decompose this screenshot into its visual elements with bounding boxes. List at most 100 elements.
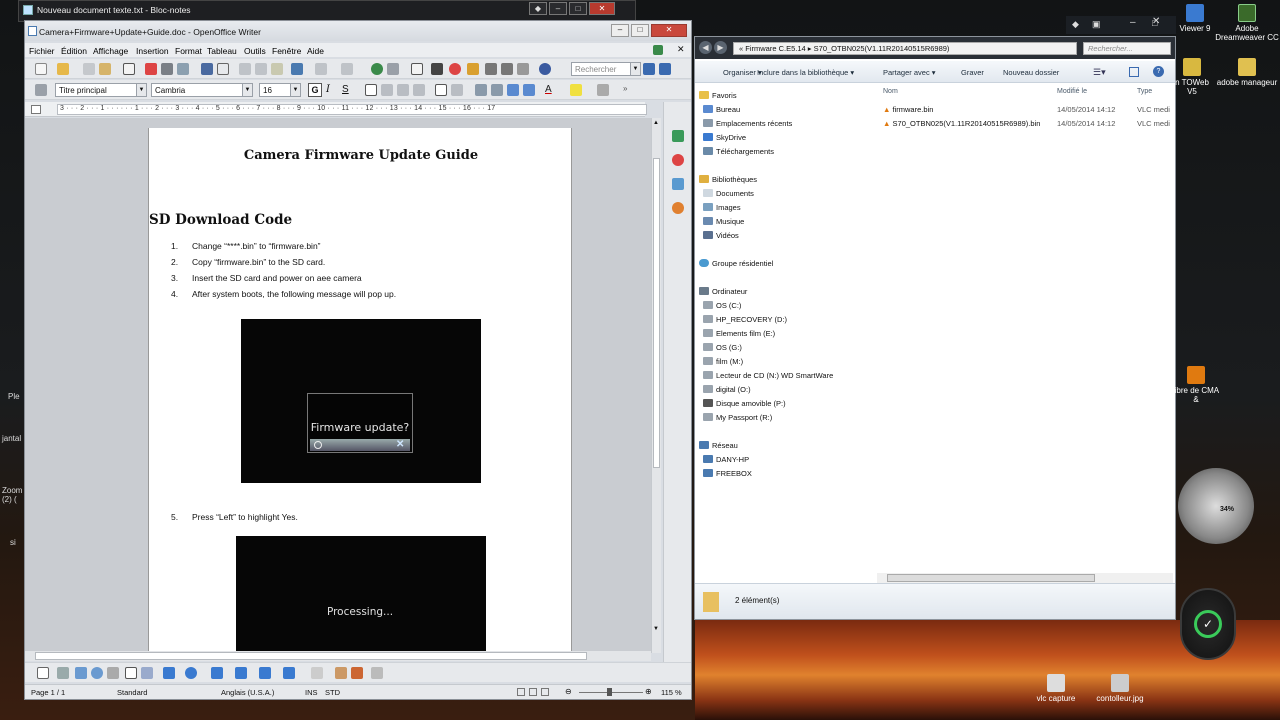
forward-icon[interactable]: ▶ — [714, 41, 727, 54]
stars-icon[interactable] — [283, 667, 295, 679]
zoom-out-icon[interactable]: ⊖ — [565, 687, 572, 696]
nav-skydrive[interactable]: SkyDrive — [703, 133, 746, 142]
rectangle-icon[interactable] — [75, 667, 87, 679]
scroll-thumb[interactable] — [35, 652, 587, 660]
underline-button[interactable]: S — [342, 84, 349, 95]
gallery-icon[interactable] — [467, 63, 479, 75]
extrusion-icon[interactable] — [371, 667, 383, 679]
nav-drive[interactable]: digital (O:) — [703, 385, 751, 394]
desktop-icon-dreamweaver[interactable]: Adobe Dreamweaver CC — [1214, 4, 1280, 42]
nav-drive[interactable]: Disque amovible (P:) — [703, 399, 786, 408]
nav-network[interactable]: Réseau — [699, 441, 738, 450]
zoom-in-icon[interactable]: ⊕ — [645, 687, 652, 696]
nav-homegroup[interactable]: Groupe résidentiel — [699, 259, 773, 268]
pin-icon[interactable]: ◆ — [529, 2, 547, 15]
new-folder-button[interactable]: Nouveau dossier — [1003, 68, 1059, 77]
numbering-icon[interactable] — [475, 84, 487, 96]
hyperlink-icon[interactable] — [371, 63, 383, 75]
callout-icon[interactable] — [141, 667, 153, 679]
writer-titlebar[interactable]: Camera+Firmware+Update+Guide.doc - OpenO… — [25, 21, 691, 41]
zoom-level[interactable]: 115 % — [661, 688, 682, 697]
copy-icon[interactable] — [255, 63, 267, 75]
maximize-button[interactable]: □ — [631, 24, 649, 37]
minimize-button[interactable]: – — [549, 2, 567, 15]
nav-videos[interactable]: Vidéos — [703, 231, 739, 240]
edit-mode-icon[interactable] — [123, 63, 135, 75]
chevron-down-icon[interactable]: ▼ — [290, 84, 300, 96]
tab-stop-icon[interactable] — [31, 105, 41, 114]
nav-network-host[interactable]: DANY-HP — [703, 455, 749, 464]
nav-drive[interactable]: Lecteur de CD (N:) WD SmartWare — [703, 371, 833, 380]
flowchart-icon[interactable] — [235, 667, 247, 679]
document-area[interactable]: Camera Firmware Update Guide SD Download… — [25, 118, 651, 653]
nonprinting-chars-icon[interactable] — [501, 63, 513, 75]
symbol-shapes-icon[interactable] — [185, 667, 197, 679]
help-icon[interactable]: ? — [1153, 66, 1164, 77]
print-preview-icon[interactable] — [177, 63, 189, 75]
nav-libraries[interactable]: Bibliothèques — [699, 175, 757, 184]
nav-drive[interactable]: OS (G:) — [703, 343, 742, 352]
nav-drive[interactable]: film (M:) — [703, 357, 743, 366]
minimize-button[interactable]: – — [1130, 17, 1136, 28]
save-icon[interactable] — [83, 63, 95, 75]
document-page[interactable]: Camera Firmware Update Guide SD Download… — [148, 128, 572, 653]
points-icon[interactable] — [311, 667, 323, 679]
file-row[interactable]: ▲ S70_OTBN025(V1.11R20140515R6989).bin — [883, 119, 1040, 128]
navigator-icon[interactable] — [449, 63, 461, 75]
nav-network-host[interactable]: FREEBOX — [703, 469, 752, 478]
view-options-icon[interactable]: ☰▾ — [1093, 67, 1106, 78]
nav-recent-places[interactable]: Emplacements récents — [703, 119, 792, 128]
bullets-icon[interactable] — [491, 84, 503, 96]
line-spacing-icon[interactable] — [435, 84, 447, 96]
nav-drive[interactable]: My Passport (R:) — [703, 413, 772, 422]
find-previous-icon[interactable] — [659, 63, 671, 75]
find-next-icon[interactable] — [643, 63, 655, 75]
scroll-thumb[interactable] — [887, 574, 1095, 582]
select-icon[interactable] — [37, 667, 49, 679]
highlight-icon[interactable] — [570, 84, 582, 96]
paragraph-style-select[interactable]: Titre principal ▼ — [55, 83, 147, 97]
horizontal-ruler[interactable]: 3 · · · 2 · · · 1 · · · · · · 1 · · · 2 … — [25, 102, 647, 117]
line-icon[interactable] — [57, 667, 69, 679]
share-with-button[interactable]: Partager avec ▾ — [883, 68, 936, 77]
italic-button[interactable]: I — [326, 84, 330, 95]
nav-documents[interactable]: Documents — [703, 189, 754, 198]
preview-pane-icon[interactable] — [1129, 67, 1139, 77]
new-document-icon[interactable] — [35, 63, 47, 75]
redo-icon[interactable] — [341, 63, 353, 75]
menu-aide[interactable]: Aide — [307, 46, 324, 56]
zoom-icon[interactable] — [517, 63, 529, 75]
two-pages-icon[interactable] — [529, 688, 537, 696]
single-page-icon[interactable] — [517, 688, 525, 696]
styles-icon[interactable] — [672, 154, 684, 166]
properties-icon[interactable] — [672, 130, 684, 142]
nav-drive[interactable]: Elements film (E:) — [703, 329, 775, 338]
align-left-icon[interactable] — [365, 84, 377, 96]
column-modified[interactable]: Modifié le — [1057, 88, 1087, 95]
background-color-icon[interactable] — [597, 84, 609, 96]
camera-screen-image[interactable]: Firmware update? ✕ — [241, 319, 481, 483]
justify-icon[interactable] — [413, 84, 425, 96]
mail-icon[interactable] — [99, 63, 111, 75]
line-spacing-2-icon[interactable] — [451, 84, 463, 96]
align-right-icon[interactable] — [397, 84, 409, 96]
text-icon[interactable] — [125, 667, 137, 679]
maximize-button[interactable]: □ — [569, 2, 587, 15]
nav-drive[interactable]: HP_RECOVERY (D:) — [703, 315, 787, 324]
column-type[interactable]: Type — [1137, 88, 1152, 95]
font-color-icon[interactable]: A — [545, 84, 552, 95]
decrease-indent-icon[interactable] — [507, 84, 519, 96]
breadcrumb-root[interactable]: Firmware C.E5.14 — [745, 44, 805, 53]
controller-gadget[interactable]: ✓ — [1180, 588, 1236, 660]
horizontal-scrollbar[interactable] — [25, 651, 651, 661]
table-icon[interactable] — [387, 63, 399, 75]
desktop-icon-contolleur[interactable]: contolleur.jpg — [1084, 674, 1156, 703]
freeform-icon[interactable] — [107, 667, 119, 679]
search-input[interactable]: Rechercher ▼ — [571, 62, 641, 76]
menu-tableau[interactable]: Tableau — [207, 46, 237, 56]
pin-icon[interactable]: ◆ — [1072, 19, 1079, 30]
search-input[interactable]: Rechercher... — [1083, 42, 1171, 55]
ellipse-icon[interactable] — [91, 667, 103, 679]
menu-fenetre[interactable]: Fenêtre — [272, 46, 301, 56]
menu-fichier[interactable]: Fichier — [29, 46, 55, 56]
